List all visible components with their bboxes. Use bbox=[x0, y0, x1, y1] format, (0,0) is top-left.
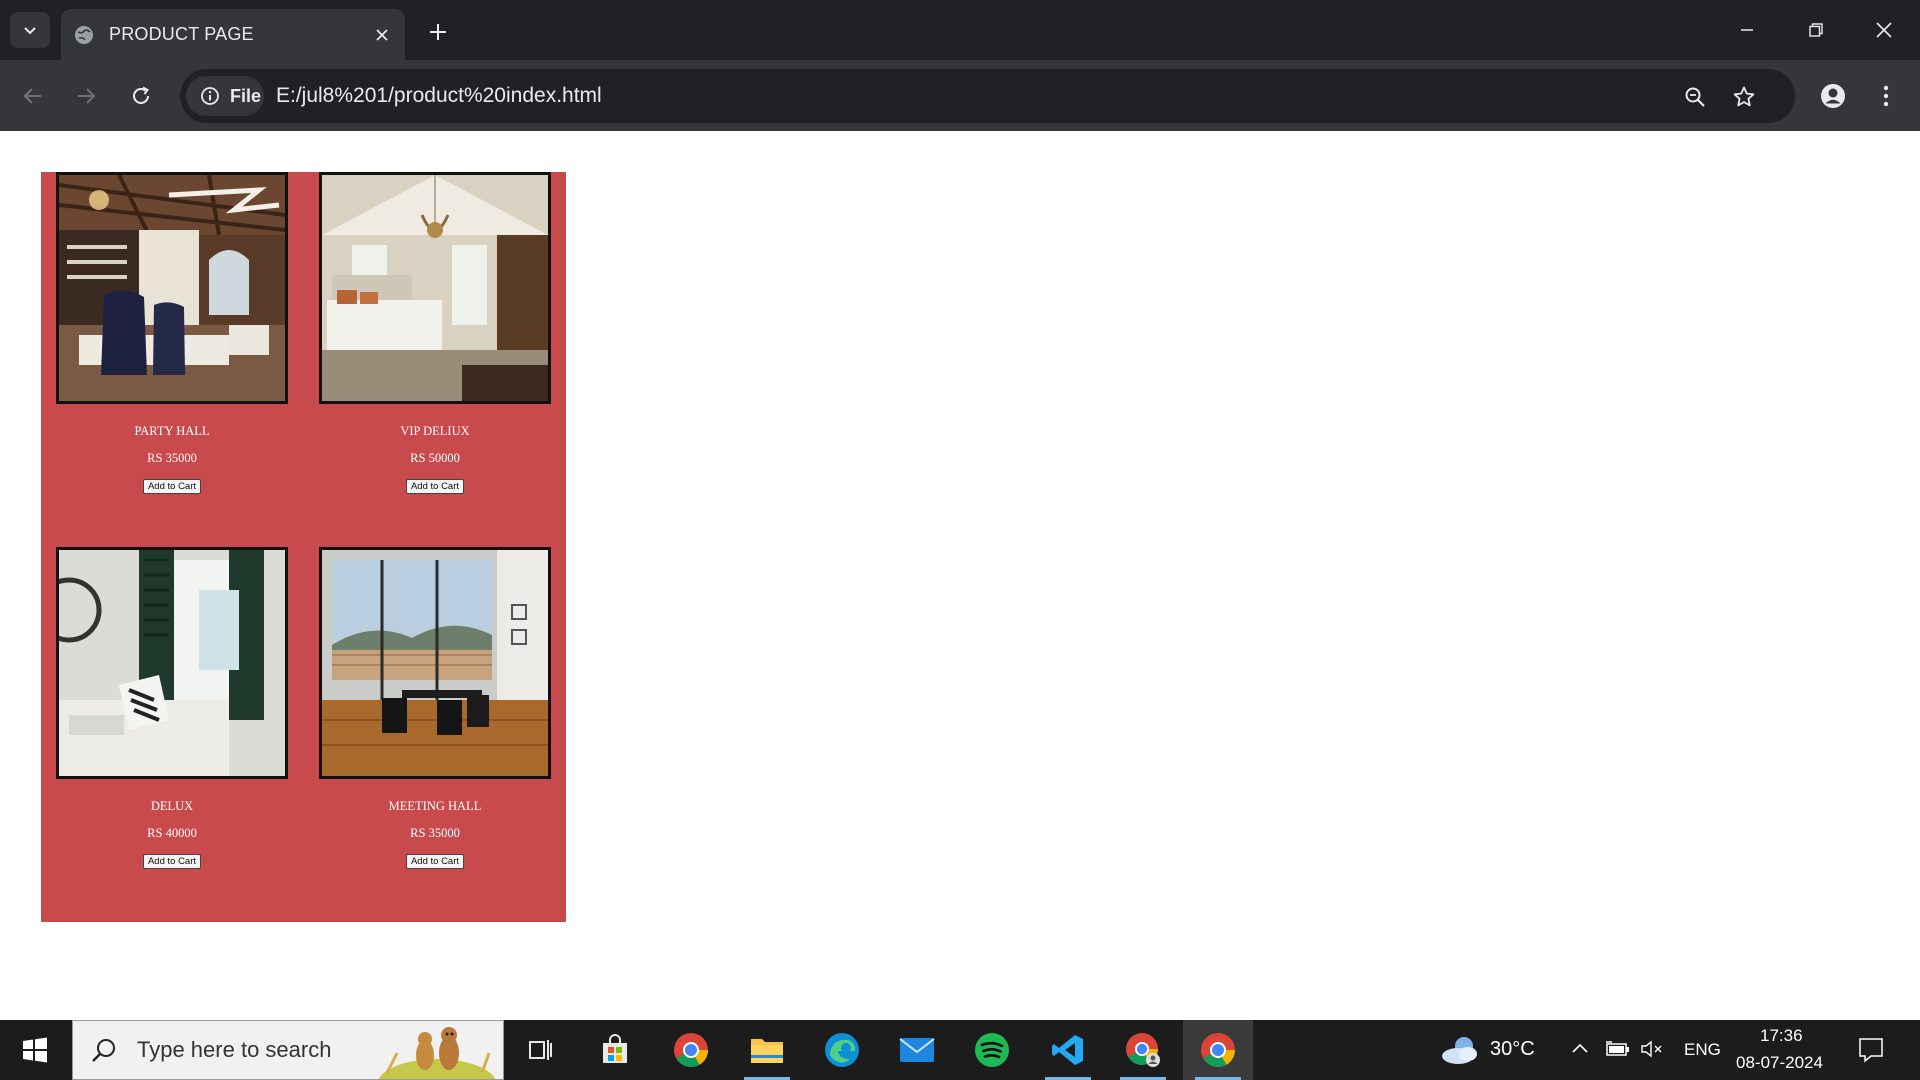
address-bar[interactable]: File E:/jul8%201/product%20index.html bbox=[180, 69, 1795, 123]
taskbar-store[interactable] bbox=[580, 1020, 650, 1080]
globe-icon bbox=[73, 24, 95, 46]
taskbar-spotify[interactable] bbox=[957, 1020, 1027, 1080]
taskbar-edge[interactable] bbox=[807, 1020, 877, 1080]
taskbar-chrome-profile[interactable] bbox=[1108, 1020, 1178, 1080]
language-indicator[interactable]: ENG bbox=[1684, 1040, 1721, 1060]
clock-date[interactable]: 08-07-2024 bbox=[1736, 1053, 1823, 1073]
product-image-delux bbox=[56, 547, 288, 779]
restore-button[interactable] bbox=[1793, 10, 1839, 50]
product-price: RS 35000 bbox=[410, 826, 460, 840]
product-image-party-hall bbox=[56, 172, 288, 404]
mail-icon bbox=[899, 1038, 935, 1062]
add-to-cart-button[interactable]: Add to Cart bbox=[405, 479, 465, 494]
chevron-up-icon[interactable] bbox=[1571, 1040, 1589, 1058]
battery-icon[interactable] bbox=[1605, 1039, 1631, 1059]
product-card: PARTY HALL RS 35000 Add to Cart bbox=[56, 172, 288, 494]
product-card: VIP DELIUX RS 50000 Add to Cart bbox=[319, 172, 551, 494]
close-icon bbox=[1876, 22, 1892, 38]
reload-button[interactable] bbox=[121, 76, 161, 116]
back-button[interactable] bbox=[13, 76, 53, 116]
close-window-button[interactable] bbox=[1861, 10, 1907, 50]
plus-icon bbox=[430, 24, 446, 40]
profile-button[interactable] bbox=[1813, 76, 1853, 116]
arrow-left-icon bbox=[23, 88, 41, 104]
product-card: MEETING HALL RS 35000 Add to Cart bbox=[319, 547, 551, 869]
notification-icon[interactable] bbox=[1857, 1036, 1885, 1064]
windows-logo-icon bbox=[23, 1037, 47, 1063]
chrome-icon bbox=[674, 1033, 708, 1067]
close-tab-icon[interactable] bbox=[369, 22, 395, 48]
tab-title: PRODUCT PAGE bbox=[109, 24, 254, 44]
tab-search-button[interactable] bbox=[10, 12, 50, 48]
browser-toolbar: File E:/jul8%201/product%20index.html bbox=[0, 60, 1920, 131]
task-view-icon bbox=[529, 1040, 552, 1060]
minimize-button[interactable] bbox=[1724, 10, 1770, 50]
taskbar-search-box[interactable]: Type here to search bbox=[72, 1020, 504, 1080]
taskbar-search-placeholder: Type here to search bbox=[137, 1037, 332, 1062]
search-highlight-image bbox=[378, 1027, 496, 1079]
spotify-icon bbox=[975, 1033, 1009, 1067]
avatar-icon bbox=[1821, 84, 1845, 108]
product-name: PARTY HALL bbox=[134, 424, 210, 438]
reload-icon bbox=[133, 86, 149, 104]
info-icon bbox=[201, 87, 219, 105]
chevron-down-icon bbox=[24, 27, 36, 35]
menu-button[interactable] bbox=[1866, 76, 1906, 116]
taskbar-chrome[interactable] bbox=[656, 1020, 726, 1080]
zoom-icon[interactable] bbox=[1680, 82, 1710, 112]
add-to-cart-button[interactable]: Add to Cart bbox=[142, 479, 202, 494]
minimize-icon bbox=[1741, 29, 1753, 31]
tab-strip: PRODUCT PAGE bbox=[0, 0, 1920, 60]
start-button[interactable] bbox=[0, 1020, 70, 1080]
taskbar-mail[interactable] bbox=[882, 1020, 952, 1080]
vscode-icon bbox=[1052, 1035, 1083, 1065]
product-name: VIP DELIUX bbox=[400, 424, 470, 438]
product-image-meeting-hall bbox=[319, 547, 551, 779]
weather-temperature[interactable]: 30°C bbox=[1490, 1038, 1535, 1061]
url-text[interactable]: E:/jul8%201/product%20index.html bbox=[276, 84, 602, 108]
bookmark-star-icon[interactable] bbox=[1729, 82, 1759, 112]
task-view-button[interactable] bbox=[505, 1020, 575, 1080]
forward-button[interactable] bbox=[66, 76, 106, 116]
product-price: RS 50000 bbox=[410, 451, 460, 465]
chrome-icon bbox=[1201, 1033, 1235, 1067]
microsoft-store-icon bbox=[603, 1034, 627, 1063]
restore-icon bbox=[1809, 23, 1823, 37]
new-tab-button[interactable] bbox=[420, 16, 456, 48]
product-name: MEETING HALL bbox=[388, 799, 482, 813]
product-price: RS 35000 bbox=[147, 451, 197, 465]
site-info-label: File bbox=[230, 85, 262, 106]
taskbar-file-explorer[interactable] bbox=[732, 1020, 802, 1080]
taskbar: Type here to search 30°C ENG 17:36 08-07… bbox=[0, 1020, 1920, 1080]
product-panel: PARTY HALL RS 35000 Add to Cart VIP DELI… bbox=[41, 172, 566, 922]
product-name: DELUX bbox=[150, 799, 194, 813]
edge-icon bbox=[825, 1033, 859, 1067]
taskbar-vscode[interactable] bbox=[1033, 1020, 1103, 1080]
product-price: RS 40000 bbox=[147, 826, 197, 840]
arrow-right-icon bbox=[78, 88, 96, 104]
product-image-vip-deliux bbox=[319, 172, 551, 404]
taskbar-chrome-active[interactable] bbox=[1183, 1020, 1253, 1080]
kebab-menu-icon bbox=[1883, 85, 1889, 107]
folder-icon bbox=[751, 1039, 783, 1063]
product-card: DELUX RS 40000 Add to Cart bbox=[56, 547, 288, 869]
weather-cloud-icon[interactable] bbox=[1440, 1034, 1480, 1066]
clock-time[interactable]: 17:36 bbox=[1760, 1026, 1803, 1046]
speaker-muted-icon[interactable] bbox=[1640, 1039, 1664, 1059]
chrome-profile-icon bbox=[1126, 1033, 1160, 1067]
active-tab[interactable]: PRODUCT PAGE bbox=[61, 9, 405, 60]
search-icon bbox=[92, 1039, 115, 1062]
site-info-chip[interactable]: File bbox=[186, 76, 264, 116]
add-to-cart-button[interactable]: Add to Cart bbox=[405, 854, 465, 869]
add-to-cart-button[interactable]: Add to Cart bbox=[142, 854, 202, 869]
